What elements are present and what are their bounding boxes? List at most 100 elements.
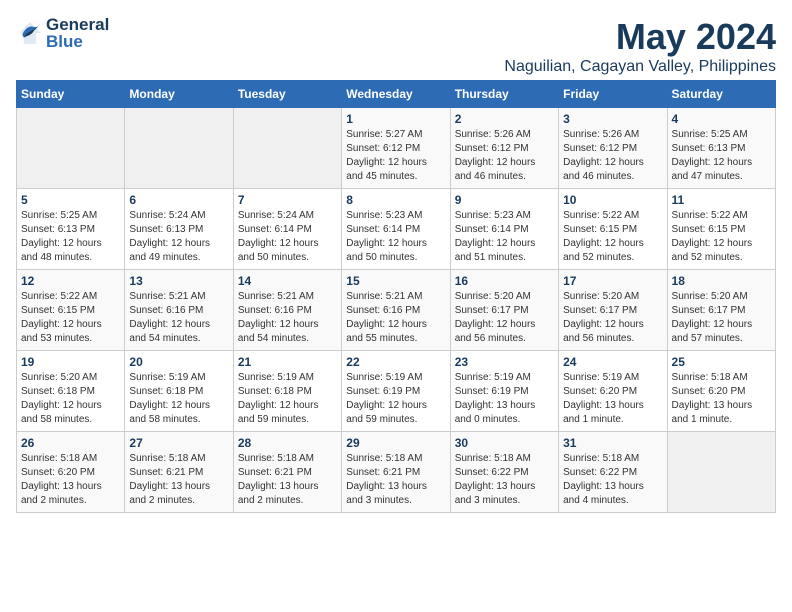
subtitle: Naguilian, Cagayan Valley, Philippines — [504, 58, 776, 76]
day-number: 1 — [346, 112, 445, 126]
header-sunday: Sunday — [17, 81, 125, 108]
calendar-cell: 18 Sunrise: 5:20 AM Sunset: 6:17 PM Dayli… — [667, 270, 775, 351]
calendar-cell: 19 Sunrise: 5:20 AM Sunset: 6:18 PM Dayli… — [17, 351, 125, 432]
day-info: Sunrise: 5:19 AM Sunset: 6:19 PM Dayligh… — [346, 371, 445, 427]
calendar-cell: 4 Sunrise: 5:25 AM Sunset: 6:13 PM Daylig… — [667, 108, 775, 189]
calendar-cell: 6 Sunrise: 5:24 AM Sunset: 6:13 PM Daylig… — [125, 189, 233, 270]
day-number: 15 — [346, 274, 445, 288]
calendar-cell: 17 Sunrise: 5:20 AM Sunset: 6:17 PM Dayli… — [559, 270, 667, 351]
header-row: SundayMondayTuesdayWednesdayThursdayFrid… — [17, 81, 776, 108]
logo-blue-text: Blue — [46, 33, 109, 50]
day-number: 21 — [238, 355, 337, 369]
day-info: Sunrise: 5:18 AM Sunset: 6:20 PM Dayligh… — [672, 371, 771, 427]
day-info: Sunrise: 5:22 AM Sunset: 6:15 PM Dayligh… — [563, 209, 662, 265]
day-info: Sunrise: 5:18 AM Sunset: 6:22 PM Dayligh… — [455, 452, 554, 508]
calendar-cell: 20Sunrise: 5:19 AM Sunset: 6:18 PM Dayli… — [125, 351, 233, 432]
logo-name: General Blue — [46, 16, 109, 50]
week-row-2: 5 Sunrise: 5:25 AM Sunset: 6:13 PM Daylig… — [17, 189, 776, 270]
day-number: 17 — [563, 274, 662, 288]
day-info: Sunrise: 5:20 AM Sunset: 6:18 PM Dayligh… — [21, 371, 120, 427]
calendar-cell: 26 Sunrise: 5:18 AM Sunset: 6:20 PM Dayli… — [17, 432, 125, 513]
day-info: Sunrise: 5:21 AM Sunset: 6:16 PM Dayligh… — [346, 290, 445, 346]
day-number: 16 — [455, 274, 554, 288]
day-info: Sunrise: 5:25 AM Sunset: 6:13 PM Dayligh… — [21, 209, 120, 265]
day-info: Sunrise: 5:24 AM Sunset: 6:13 PM Dayligh… — [129, 209, 228, 265]
day-number: 14 — [238, 274, 337, 288]
day-number: 27 — [129, 436, 228, 450]
calendar-cell — [667, 432, 775, 513]
calendar-cell: 29 Sunrise: 5:18 AM Sunset: 6:21 PM Dayli… — [342, 432, 450, 513]
calendar-cell: 30 Sunrise: 5:18 AM Sunset: 6:22 PM Dayli… — [450, 432, 558, 513]
week-row-4: 19 Sunrise: 5:20 AM Sunset: 6:18 PM Dayli… — [17, 351, 776, 432]
day-info: Sunrise: 5:26 AM Sunset: 6:12 PM Dayligh… — [563, 128, 662, 184]
calendar-cell: 31Sunrise: 5:18 AM Sunset: 6:22 PM Dayli… — [559, 432, 667, 513]
day-number: 5 — [21, 193, 120, 207]
calendar-cell: 10 Sunrise: 5:22 AM Sunset: 6:15 PM Dayli… — [559, 189, 667, 270]
day-number: 13 — [129, 274, 228, 288]
day-info: Sunrise: 5:20 AM Sunset: 6:17 PM Dayligh… — [563, 290, 662, 346]
day-number: 18 — [672, 274, 771, 288]
day-info: Sunrise: 5:18 AM Sunset: 6:21 PM Dayligh… — [129, 452, 228, 508]
day-info: Sunrise: 5:22 AM Sunset: 6:15 PM Dayligh… — [672, 209, 771, 265]
day-number: 6 — [129, 193, 228, 207]
day-info: Sunrise: 5:19 AM Sunset: 6:18 PM Dayligh… — [238, 371, 337, 427]
calendar-cell: 3Sunrise: 5:26 AM Sunset: 6:12 PM Daylig… — [559, 108, 667, 189]
calendar-cell: 28Sunrise: 5:18 AM Sunset: 6:21 PM Dayli… — [233, 432, 341, 513]
day-number: 2 — [455, 112, 554, 126]
calendar-cell — [233, 108, 341, 189]
calendar-table: SundayMondayTuesdayWednesdayThursdayFrid… — [16, 80, 776, 513]
header-monday: Monday — [125, 81, 233, 108]
day-info: Sunrise: 5:26 AM Sunset: 6:12 PM Dayligh… — [455, 128, 554, 184]
calendar-cell: 21 Sunrise: 5:19 AM Sunset: 6:18 PM Dayli… — [233, 351, 341, 432]
main-title: May 2024 — [504, 16, 776, 58]
calendar-cell: 8Sunrise: 5:23 AM Sunset: 6:14 PM Daylig… — [342, 189, 450, 270]
day-number: 23 — [455, 355, 554, 369]
calendar-cell: 24Sunrise: 5:19 AM Sunset: 6:20 PM Dayli… — [559, 351, 667, 432]
day-info: Sunrise: 5:18 AM Sunset: 6:21 PM Dayligh… — [238, 452, 337, 508]
header-friday: Friday — [559, 81, 667, 108]
calendar-cell: 9 Sunrise: 5:23 AM Sunset: 6:14 PM Daylig… — [450, 189, 558, 270]
day-number: 19 — [21, 355, 120, 369]
header-wednesday: Wednesday — [342, 81, 450, 108]
day-info: Sunrise: 5:18 AM Sunset: 6:21 PM Dayligh… — [346, 452, 445, 508]
calendar-cell: 13Sunrise: 5:21 AM Sunset: 6:16 PM Dayli… — [125, 270, 233, 351]
calendar-cell: 27 Sunrise: 5:18 AM Sunset: 6:21 PM Dayli… — [125, 432, 233, 513]
calendar-cell — [125, 108, 233, 189]
day-number: 4 — [672, 112, 771, 126]
day-number: 10 — [563, 193, 662, 207]
day-number: 9 — [455, 193, 554, 207]
calendar-cell: 25Sunrise: 5:18 AM Sunset: 6:20 PM Dayli… — [667, 351, 775, 432]
calendar-cell: 15 Sunrise: 5:21 AM Sunset: 6:16 PM Dayli… — [342, 270, 450, 351]
day-info: Sunrise: 5:21 AM Sunset: 6:16 PM Dayligh… — [238, 290, 337, 346]
calendar-cell: 14 Sunrise: 5:21 AM Sunset: 6:16 PM Dayli… — [233, 270, 341, 351]
logo-general-text: General — [46, 16, 109, 33]
day-number: 29 — [346, 436, 445, 450]
day-info: Sunrise: 5:18 AM Sunset: 6:20 PM Dayligh… — [21, 452, 120, 508]
calendar-cell: 5 Sunrise: 5:25 AM Sunset: 6:13 PM Daylig… — [17, 189, 125, 270]
page-header: General Blue May 2024 Naguilian, Cagayan… — [16, 16, 776, 76]
day-info: Sunrise: 5:23 AM Sunset: 6:14 PM Dayligh… — [455, 209, 554, 265]
day-number: 7 — [238, 193, 337, 207]
calendar-cell: 16Sunrise: 5:20 AM Sunset: 6:17 PM Dayli… — [450, 270, 558, 351]
day-info: Sunrise: 5:24 AM Sunset: 6:14 PM Dayligh… — [238, 209, 337, 265]
day-number: 20 — [129, 355, 228, 369]
day-info: Sunrise: 5:19 AM Sunset: 6:19 PM Dayligh… — [455, 371, 554, 427]
day-number: 30 — [455, 436, 554, 450]
logo: General Blue — [16, 16, 109, 50]
calendar-cell: 11 Sunrise: 5:22 AM Sunset: 6:15 PM Dayli… — [667, 189, 775, 270]
calendar-cell: 23 Sunrise: 5:19 AM Sunset: 6:19 PM Dayli… — [450, 351, 558, 432]
calendar-cell: 2 Sunrise: 5:26 AM Sunset: 6:12 PM Daylig… — [450, 108, 558, 189]
title-section: May 2024 Naguilian, Cagayan Valley, Phil… — [504, 16, 776, 76]
header-saturday: Saturday — [667, 81, 775, 108]
calendar-cell: 7 Sunrise: 5:24 AM Sunset: 6:14 PM Daylig… — [233, 189, 341, 270]
day-info: Sunrise: 5:22 AM Sunset: 6:15 PM Dayligh… — [21, 290, 120, 346]
week-row-5: 26 Sunrise: 5:18 AM Sunset: 6:20 PM Dayli… — [17, 432, 776, 513]
day-number: 8 — [346, 193, 445, 207]
day-info: Sunrise: 5:20 AM Sunset: 6:17 PM Dayligh… — [672, 290, 771, 346]
day-number: 26 — [21, 436, 120, 450]
day-info: Sunrise: 5:25 AM Sunset: 6:13 PM Dayligh… — [672, 128, 771, 184]
header-thursday: Thursday — [450, 81, 558, 108]
day-number: 31 — [563, 436, 662, 450]
day-number: 11 — [672, 193, 771, 207]
day-info: Sunrise: 5:19 AM Sunset: 6:20 PM Dayligh… — [563, 371, 662, 427]
